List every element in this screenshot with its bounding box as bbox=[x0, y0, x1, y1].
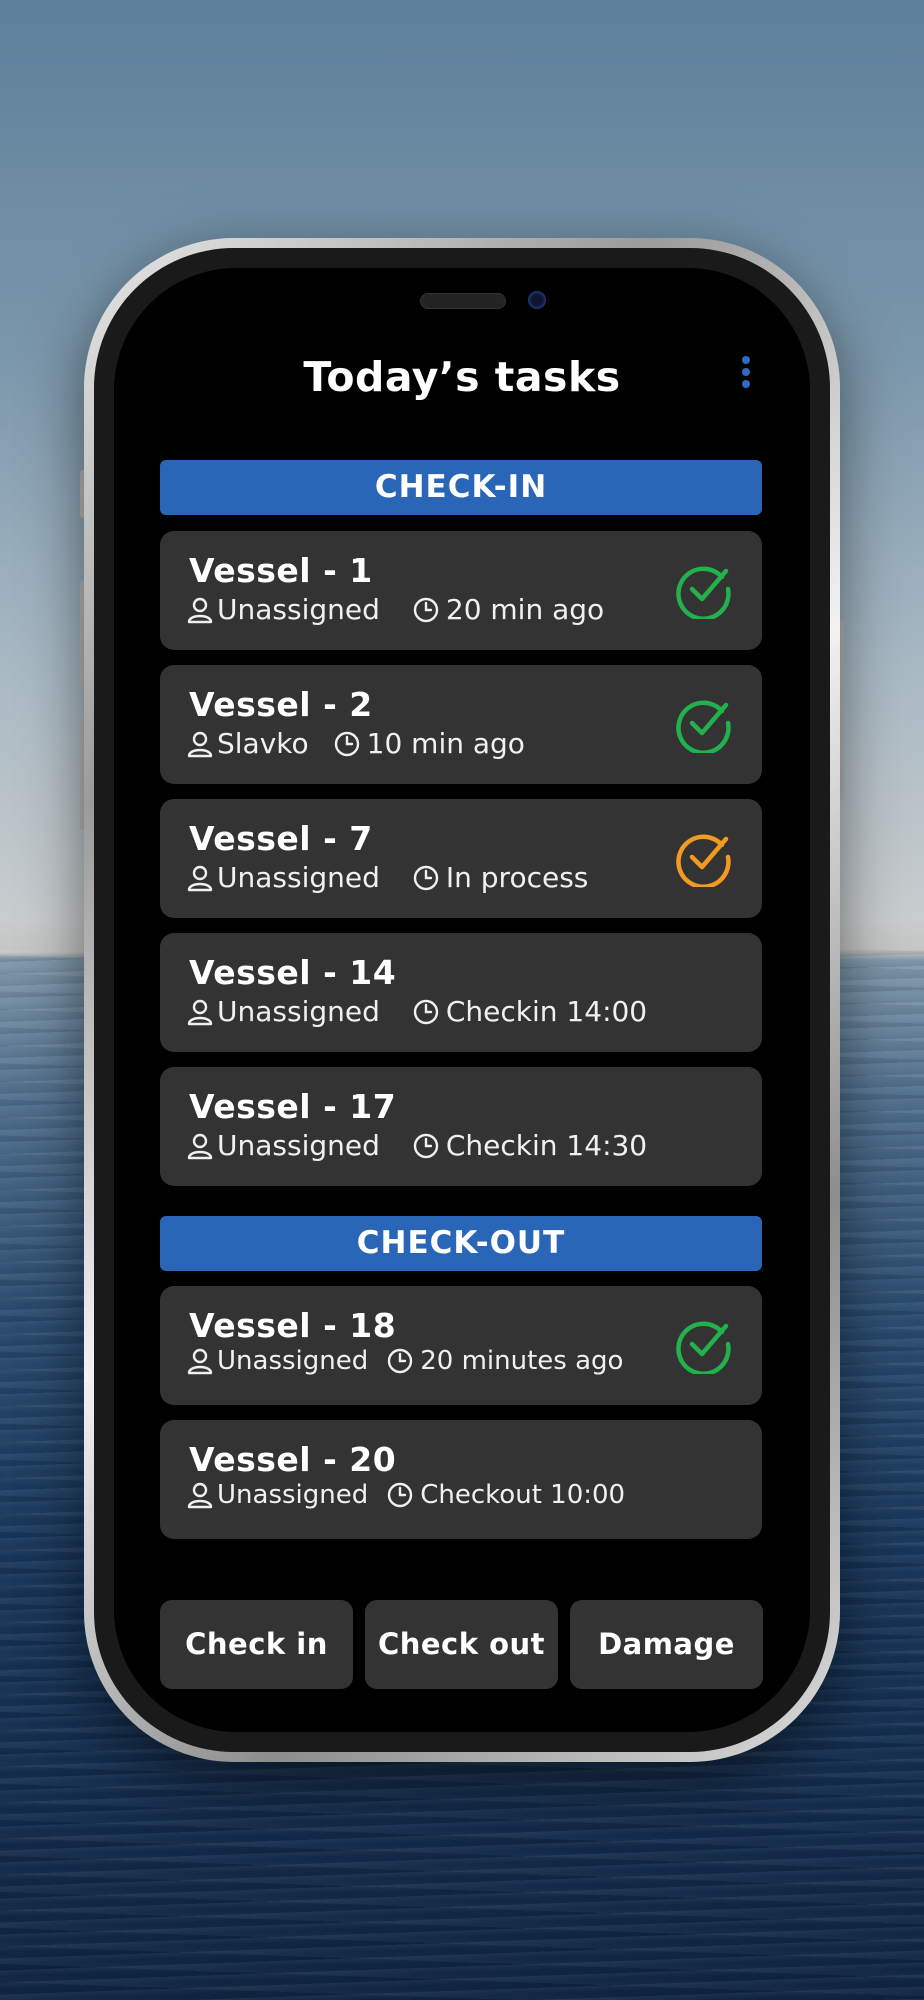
check-circle-icon bbox=[676, 834, 731, 887]
vessel-name: Vessel - 7 bbox=[189, 819, 373, 858]
time-group: 20 min ago bbox=[412, 593, 604, 626]
earpiece-speaker bbox=[420, 293, 506, 309]
task-card[interactable]: Vessel - 14 Unassigned Checkin 14:00 bbox=[160, 933, 762, 1052]
check-in-button[interactable]: Check in bbox=[160, 1600, 353, 1689]
front-camera bbox=[528, 291, 546, 309]
time-label: 20 min ago bbox=[445, 593, 605, 626]
assignee-label: Unassigned bbox=[217, 861, 380, 894]
clock-icon bbox=[388, 1348, 413, 1374]
time-group: Checkout 10:00 bbox=[386, 1480, 625, 1510]
assignee-label: Unassigned bbox=[217, 593, 380, 626]
clock-icon bbox=[334, 731, 359, 756]
check-circle-icon bbox=[676, 1321, 731, 1374]
task-card[interactable]: Vessel - 1 Unassigned 20 min ago bbox=[160, 531, 762, 650]
assignee-group: Unassigned bbox=[187, 861, 380, 894]
time-group: In process bbox=[412, 861, 589, 894]
section-header-check-out: CHECK-OUT bbox=[160, 1216, 762, 1271]
user-icon bbox=[187, 865, 213, 891]
time-label: Checkin 14:00 bbox=[445, 995, 648, 1028]
task-card[interactable]: Vessel - 18 Unassigned 20 minutes ago bbox=[160, 1286, 762, 1405]
assignee-group: Unassigned bbox=[187, 1129, 380, 1162]
task-meta: Unassigned 20 min ago bbox=[187, 593, 604, 626]
vessel-name: Vessel - 14 bbox=[189, 953, 397, 992]
clock-icon bbox=[413, 865, 439, 890]
assignee-group: Unassigned bbox=[187, 1480, 368, 1510]
task-meta: Unassigned In process bbox=[187, 861, 588, 894]
assignee-label: Unassigned bbox=[217, 1129, 380, 1162]
check-out-button[interactable]: Check out bbox=[365, 1600, 558, 1689]
user-icon bbox=[187, 999, 213, 1025]
task-card[interactable]: Vessel - 20 Unassigned Checkout 10:00 bbox=[160, 1420, 762, 1539]
check-circle-icon bbox=[676, 700, 731, 753]
assignee-label: Unassigned bbox=[217, 995, 380, 1028]
user-icon bbox=[187, 1348, 213, 1375]
task-meta: Slavko 10 min ago bbox=[187, 727, 525, 760]
time-group: 10 min ago bbox=[333, 727, 525, 760]
time-label: Checkout 10:00 bbox=[420, 1480, 626, 1510]
user-icon bbox=[187, 597, 213, 623]
time-group: 20 minutes ago bbox=[386, 1346, 623, 1376]
page-title: Today’s tasks bbox=[303, 353, 621, 401]
vessel-name: Vessel - 1 bbox=[189, 551, 373, 590]
assignee-group: Slavko bbox=[187, 727, 309, 760]
task-card[interactable]: Vessel - 17 Unassigned Checkin 14:30 bbox=[160, 1067, 762, 1186]
vessel-name: Vessel - 2 bbox=[189, 685, 373, 724]
vessel-name: Vessel - 18 bbox=[189, 1306, 397, 1345]
task-meta: Unassigned 20 minutes ago bbox=[187, 1346, 623, 1376]
damage-button[interactable]: Damage bbox=[570, 1600, 763, 1689]
task-card[interactable]: Vessel - 2 Slavko 10 min ago bbox=[160, 665, 762, 784]
clock-icon bbox=[413, 999, 439, 1024]
clock-icon bbox=[413, 597, 439, 622]
assignee-group: Unassigned bbox=[187, 593, 380, 626]
user-icon bbox=[187, 731, 213, 757]
vessel-name: Vessel - 20 bbox=[189, 1440, 397, 1479]
task-meta: Unassigned Checkin 14:00 bbox=[187, 995, 647, 1028]
assignee-label: Slavko bbox=[217, 727, 309, 760]
assignee-label: Unassigned bbox=[217, 1346, 369, 1376]
time-label: 10 min ago bbox=[366, 727, 525, 760]
time-label: In process bbox=[445, 861, 589, 894]
vessel-name: Vessel - 17 bbox=[189, 1087, 397, 1126]
assignee-group: Unassigned bbox=[187, 995, 380, 1028]
assignee-label: Unassigned bbox=[217, 1480, 369, 1510]
time-label: Checkin 14:30 bbox=[445, 1129, 648, 1162]
time-group: Checkin 14:00 bbox=[412, 995, 647, 1028]
more-vertical-icon[interactable] bbox=[736, 356, 756, 398]
clock-icon bbox=[388, 1482, 413, 1508]
task-meta: Unassigned Checkout 10:00 bbox=[187, 1480, 625, 1510]
clock-icon bbox=[413, 1133, 439, 1158]
check-circle-icon bbox=[676, 566, 731, 619]
task-card[interactable]: Vessel - 7 Unassigned In process bbox=[160, 799, 762, 918]
task-meta: Unassigned Checkin 14:30 bbox=[187, 1129, 647, 1162]
user-icon bbox=[187, 1482, 213, 1509]
time-group: Checkin 14:30 bbox=[412, 1129, 647, 1162]
time-label: 20 minutes ago bbox=[420, 1346, 624, 1376]
user-icon bbox=[187, 1133, 213, 1159]
assignee-group: Unassigned bbox=[187, 1346, 368, 1376]
section-header-check-in: CHECK-IN bbox=[160, 460, 762, 515]
